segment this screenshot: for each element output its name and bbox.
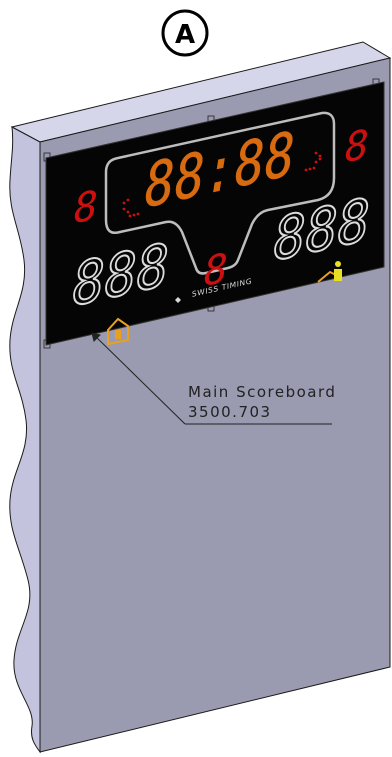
left-period-digit: 8	[74, 180, 98, 233]
right-period-digit: 8	[345, 119, 369, 172]
view-badge-letter: A	[175, 20, 195, 50]
view-badge: A	[161, 9, 209, 57]
scoreboard-wall-drawing: 88:88 8 8 8 888 888 SWISS TIMING Main Sc…	[9, 9, 392, 754]
wall-side-face	[9, 126, 41, 754]
callout-title: Main Scoreboard	[188, 383, 336, 401]
callout-part-number: 3500.703	[188, 403, 272, 421]
